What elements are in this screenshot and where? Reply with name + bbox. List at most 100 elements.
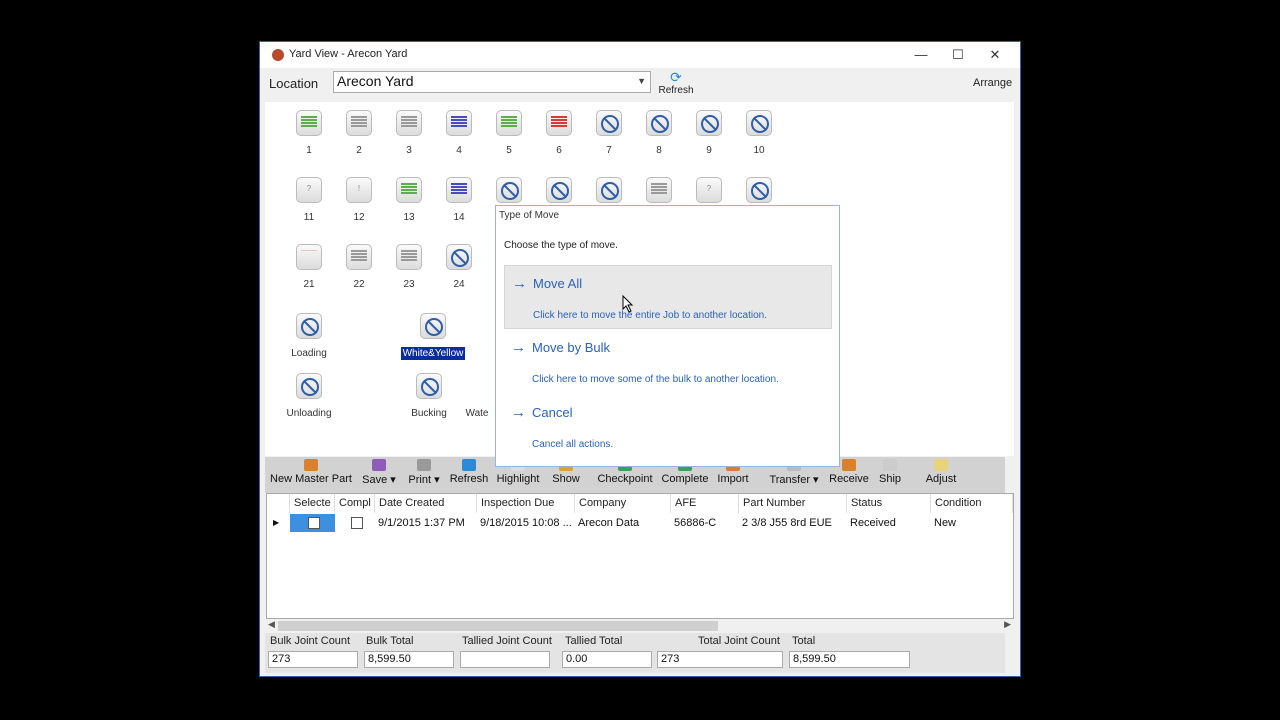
- column-header[interactable]: Compl: [335, 494, 375, 513]
- type-of-move-dialog: Type of Move Choose the type of move. → …: [495, 205, 840, 467]
- move-all-heading: Move All: [533, 276, 583, 291]
- total-field[interactable]: 8,599.50: [789, 651, 910, 668]
- close-button[interactable]: ✕: [980, 45, 1010, 65]
- unavailable-icon: [746, 177, 772, 203]
- tallied-total-field[interactable]: 0.00: [562, 651, 652, 668]
- column-header[interactable]: Condition: [931, 494, 1013, 513]
- slot-loading[interactable]: Loading: [279, 313, 339, 359]
- chevron-down-icon: ▼: [637, 76, 646, 86]
- rack-icon-gray: [396, 244, 422, 270]
- unavailable-icon: [416, 373, 442, 399]
- complete-cell[interactable]: [335, 514, 375, 532]
- location-select[interactable]: Arecon Yard ▼: [333, 71, 651, 93]
- rack-icon-blue: [446, 177, 472, 203]
- minimize-button[interactable]: —: [906, 45, 936, 65]
- move-all-option[interactable]: → Move All Click here to move the entire…: [504, 265, 832, 329]
- total-joint-count-field[interactable]: 273: [657, 651, 783, 668]
- save-button[interactable]: Save ▾: [359, 457, 399, 493]
- cancel-description: Cancel all actions.: [532, 439, 614, 450]
- column-header[interactable]: Part Number: [739, 494, 847, 513]
- slot-label: Unloading: [286, 408, 332, 419]
- status-cell[interactable]: Received: [847, 514, 931, 532]
- inspection-due-cell[interactable]: 9/18/2015 10:08 ...: [477, 514, 575, 532]
- bulk-total-label: Bulk Total: [366, 635, 414, 647]
- slot-label: Bucking: [411, 408, 447, 419]
- scroll-right-icon[interactable]: ▶: [1004, 619, 1011, 630]
- slot-label: 14: [453, 212, 465, 223]
- slot-24[interactable]: 24: [429, 244, 489, 290]
- rack-icon-gray: [346, 244, 372, 270]
- rack-icon-blue: [446, 110, 472, 136]
- column-header[interactable]: Status: [847, 494, 931, 513]
- select-cell[interactable]: [290, 514, 335, 532]
- refresh-button[interactable]: Refresh: [449, 457, 489, 493]
- slot-10[interactable]: 10: [729, 110, 789, 156]
- cancel-option[interactable]: → Cancel Cancel all actions.: [504, 395, 832, 459]
- condition-cell[interactable]: New: [931, 514, 1013, 532]
- arrange-button[interactable]: Arrange: [973, 77, 1012, 89]
- new-master-part-button[interactable]: New Master Part: [269, 457, 353, 493]
- unknown-rack-icon: [296, 177, 322, 203]
- bulk-total-field[interactable]: 8,599.50: [364, 651, 454, 668]
- slot-white-yellow[interactable]: White&Yellow: [391, 313, 475, 360]
- transfer-label: Transfer: [769, 474, 810, 486]
- new-master-part-label: New Master Part: [270, 473, 352, 485]
- horizontal-scrollbar[interactable]: ◀ ▶: [266, 619, 1014, 633]
- adjust-label: Adjust: [925, 473, 957, 485]
- unavailable-icon: [296, 373, 322, 399]
- unavailable-icon: [546, 177, 572, 203]
- column-header[interactable]: Date Created: [375, 494, 477, 513]
- print-button[interactable]: Print ▾: [403, 457, 445, 493]
- refresh-top-button[interactable]: ⟳ Refresh: [658, 69, 694, 96]
- checkpoint-label: Checkpoint: [597, 473, 653, 485]
- dialog-title: Type of Move: [499, 210, 560, 221]
- complete-label: Complete: [661, 473, 709, 485]
- slot-label: Wate: [465, 408, 489, 419]
- slot-water[interactable]: Wate: [460, 373, 494, 419]
- slot-unloading[interactable]: Unloading: [279, 373, 339, 419]
- slot-label: 10: [753, 145, 765, 156]
- ship-button[interactable]: Ship: [875, 457, 905, 493]
- ship-label: Ship: [878, 473, 902, 485]
- truck-icon: [304, 459, 318, 471]
- adjust-button[interactable]: Adjust: [920, 457, 962, 493]
- slot-bucking[interactable]: Bucking: [399, 373, 459, 419]
- move-by-bulk-option[interactable]: → Move by Bulk Click here to move some o…: [504, 330, 832, 394]
- maximize-button[interactable]: ☐: [943, 45, 973, 65]
- column-header[interactable]: Selecte: [290, 494, 335, 513]
- complete-checkbox[interactable]: [350, 517, 363, 530]
- part-number-cell[interactable]: 2 3/8 J55 8rd EUE: [739, 514, 847, 532]
- column-header[interactable]: Inspection Due: [477, 494, 575, 513]
- column-header[interactable]: AFE: [671, 494, 739, 513]
- rack-icon-gray: [396, 110, 422, 136]
- arrow-right-icon: →: [511, 404, 526, 421]
- receive-icon: [842, 459, 856, 471]
- column-header[interactable]: Company: [575, 494, 671, 513]
- unknown-rack-icon: [696, 177, 722, 203]
- tallied-joint-count-field[interactable]: [460, 651, 550, 668]
- date-created-cell[interactable]: 9/1/2015 1:37 PM: [375, 514, 477, 532]
- bulk-joint-count-field[interactable]: 273: [268, 651, 358, 668]
- company-cell[interactable]: Arecon Data: [575, 514, 671, 532]
- show-label: Show: [552, 473, 580, 485]
- window-title: Yard View - Arecon Yard: [289, 48, 408, 60]
- rack-icon-gray: [646, 177, 672, 203]
- title-bar: Yard View - Arecon Yard — ☐ ✕: [260, 42, 1020, 68]
- slot-20[interactable]: [729, 177, 789, 203]
- arrow-right-icon: →: [512, 275, 527, 292]
- slot-label-selected: White&Yellow: [400, 347, 466, 360]
- totals-panel: Bulk Joint Count 273 Bulk Total 8,599.50…: [265, 633, 1005, 673]
- unavailable-icon: [446, 244, 472, 270]
- save-icon: [372, 459, 386, 471]
- scroll-left-icon[interactable]: ◀: [268, 619, 275, 630]
- scrollbar-thumb[interactable]: [278, 621, 718, 631]
- rack-icon-green: [296, 110, 322, 136]
- alert-rack-icon: [346, 177, 372, 203]
- select-checkbox[interactable]: [308, 517, 320, 530]
- slot-label: 24: [453, 279, 465, 290]
- unavailable-icon: [596, 177, 622, 203]
- afe-cell[interactable]: 56886-C: [671, 514, 739, 532]
- mouse-cursor-icon: [622, 295, 634, 313]
- move-by-bulk-heading: Move by Bulk: [532, 340, 611, 355]
- unavailable-icon: [646, 110, 672, 136]
